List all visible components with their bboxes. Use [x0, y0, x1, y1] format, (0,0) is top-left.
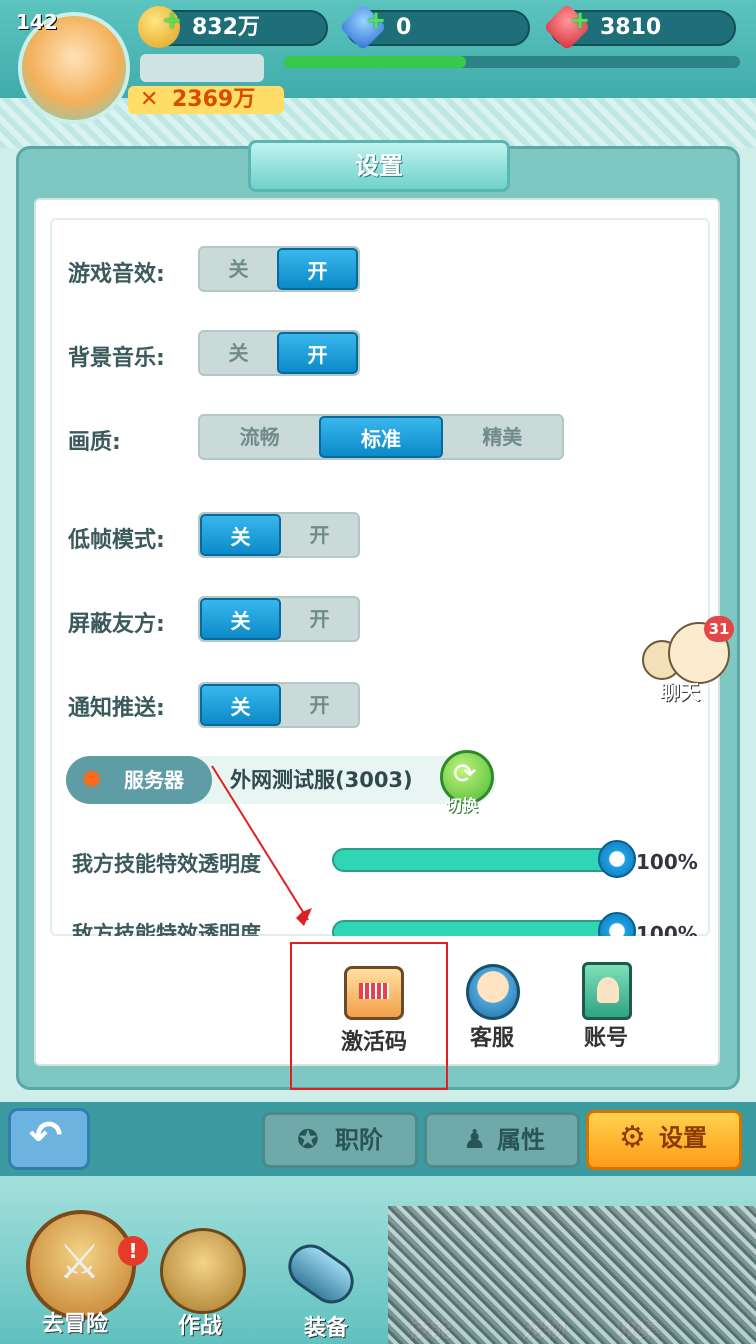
combat-power: ✕ 2369万 — [128, 86, 284, 114]
hide-allies-off[interactable]: 关 — [200, 598, 281, 640]
sound-effects-off[interactable]: 关 — [200, 248, 277, 290]
sound-effects-toggle[interactable]: 关 开 — [198, 246, 360, 292]
nav-battle-label[interactable]: 作战 — [178, 1308, 222, 1340]
sound-effects-label: 游戏音效: — [68, 262, 165, 287]
ruby-resource[interactable]: + 3810 — [543, 3, 736, 51]
player-name-box — [140, 54, 264, 82]
highlight-box — [290, 942, 448, 1090]
server-tag-label: 服务器 — [124, 768, 184, 792]
low-frame-toggle[interactable]: 关 开 — [198, 512, 360, 558]
slider-clip: 敌方技能特效透明度 100% — [52, 906, 708, 936]
tab-settings-label: 设置 — [659, 1124, 707, 1152]
enemy-skill-opacity-knob[interactable] — [598, 912, 636, 936]
tab-settings[interactable]: ⚙ 设置 — [586, 1110, 742, 1170]
quality-smooth[interactable]: 流畅 — [200, 416, 319, 458]
background-music-label: 背景音乐: — [68, 346, 165, 371]
ruby-value: 3810 — [600, 15, 662, 40]
combat-power-value: 2369万 — [172, 87, 256, 112]
crossed-swords-icon: ✕ — [140, 87, 159, 112]
add-gold-icon[interactable]: + — [162, 4, 182, 36]
tab-attributes[interactable]: ♟ 属性 — [424, 1112, 580, 1168]
gear-icon: ⚙ — [619, 1120, 646, 1155]
account-portrait — [597, 977, 619, 1003]
background-music-off[interactable]: 关 — [200, 332, 277, 374]
quality-fine[interactable]: 精美 — [443, 416, 562, 458]
push-notify-on[interactable]: 开 — [281, 684, 358, 726]
low-frame-label: 低帧模式: — [68, 528, 165, 553]
nav-adventure-label[interactable]: 去冒险 — [42, 1306, 108, 1338]
add-diamond-icon[interactable]: + — [366, 4, 386, 36]
add-ruby-icon[interactable]: + — [570, 4, 590, 36]
background-music-on[interactable]: 开 — [277, 332, 358, 374]
refresh-icon: ⟳ — [453, 757, 477, 790]
diamond-resource[interactable]: + 0 — [339, 3, 530, 51]
hide-allies-label: 屏蔽友方: — [68, 612, 165, 637]
customer-service-label[interactable]: 客服 — [442, 1020, 542, 1052]
server-tag: ✹ 服务器 — [66, 756, 212, 804]
gold-resource[interactable]: + 832万 — [138, 6, 328, 48]
gold-value: 832万 — [192, 15, 260, 40]
adventure-nav-icon[interactable]: ⚔ — [26, 1210, 136, 1320]
low-frame-on[interactable]: 开 — [281, 514, 358, 556]
tab-rank-label: 职阶 — [335, 1126, 383, 1154]
low-frame-off[interactable]: 关 — [200, 514, 281, 556]
sound-effects-on[interactable]: 开 — [277, 248, 358, 290]
maple-leaf-icon: ✹ — [80, 763, 104, 796]
adventure-badge: ! — [118, 1236, 148, 1266]
panel-title: 设置 — [248, 140, 510, 192]
push-notify-off[interactable]: 关 — [200, 684, 281, 726]
tab-attributes-label: 属性 — [497, 1126, 545, 1154]
nav-equipment-label[interactable]: 装备 — [304, 1310, 348, 1342]
enemy-skill-opacity-slider[interactable] — [332, 920, 622, 936]
hide-allies-on[interactable]: 开 — [281, 598, 358, 640]
account-icon[interactable] — [582, 962, 632, 1020]
hide-allies-toggle[interactable]: 关 开 — [198, 596, 360, 642]
chat-label: 聊天 — [660, 680, 700, 704]
tab-rank[interactable]: ✪ 职阶 — [262, 1112, 418, 1168]
settings-scroll-area[interactable] — [50, 218, 710, 936]
quality-label: 画质: — [68, 430, 121, 455]
annotation-arrow — [211, 765, 312, 926]
quality-selector[interactable]: 流畅 标准 精美 — [198, 414, 564, 460]
enemy-skill-opacity-value: 100% — [636, 922, 698, 936]
push-notify-toggle[interactable]: 关 开 — [198, 682, 360, 728]
quality-standard[interactable]: 标准 — [319, 416, 443, 458]
figure-icon: ♟ — [463, 1125, 487, 1155]
experience-fill — [284, 56, 467, 68]
rank-icon: ✪ — [297, 1125, 319, 1155]
battle-nav-icon[interactable] — [160, 1228, 246, 1314]
own-skill-opacity-value: 100% — [636, 850, 698, 874]
account-label[interactable]: 账号 — [556, 1020, 656, 1052]
own-skill-opacity-knob[interactable] — [598, 840, 636, 878]
chat-unread-badge: 31 — [704, 616, 734, 642]
push-notify-label: 通知推送: — [68, 696, 165, 721]
player-level: 142 — [16, 10, 58, 34]
mosaic-overlay — [388, 1206, 756, 1344]
own-skill-opacity-slider[interactable] — [332, 848, 622, 872]
customer-service-icon[interactable] — [466, 964, 520, 1020]
experience-bar — [284, 56, 740, 68]
diamond-value: 0 — [396, 15, 412, 40]
back-button[interactable]: ↶ — [8, 1108, 90, 1170]
crossed-swords-icon: ⚔ — [58, 1234, 102, 1290]
background-music-toggle[interactable]: 关 开 — [198, 330, 360, 376]
back-arrow-icon: ↶ — [29, 1113, 63, 1159]
switch-server-label: 切换 — [446, 796, 479, 815]
